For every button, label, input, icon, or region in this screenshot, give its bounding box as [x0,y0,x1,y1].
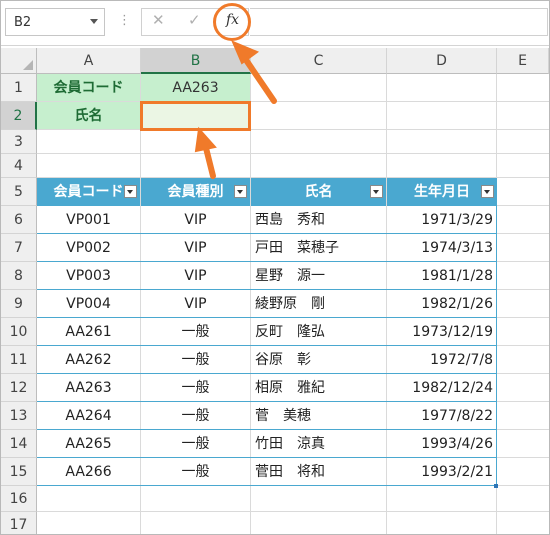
member-code-value[interactable]: AA263 [141,74,250,101]
name-box[interactable]: B2 [5,8,105,36]
cell-birthdate[interactable]: 1977/8/22 [387,402,497,430]
row-header-14[interactable]: 14 [1,430,37,458]
spreadsheet-window: B2 ⋮ ✕ ✓ fx A B C D E 1 2 3 4 5 6 7 8 9 … [0,0,550,535]
cell-member-type[interactable]: 一般 [141,318,250,346]
enter-icon[interactable]: ✓ [188,11,201,29]
row-header-2[interactable]: 2 [1,102,37,130]
filter-dropdown-icon[interactable] [124,185,137,198]
cell-birthdate[interactable]: 1993/2/21 [387,458,497,486]
cell-member-code[interactable]: VP004 [37,290,140,318]
row-header-3[interactable]: 3 [1,130,37,154]
cell-name[interactable]: 菅田 将和 [251,458,386,486]
cell-birthdate[interactable]: 1974/3/13 [387,234,497,262]
name-label[interactable]: 氏名 [37,102,140,129]
table-header-name[interactable]: 氏名 [251,178,386,206]
table-header-label: 会員種別 [167,184,224,200]
cell-birthdate[interactable]: 1993/4/26 [387,430,497,458]
cell-member-code[interactable]: VP001 [37,206,140,234]
row-header-13[interactable]: 13 [1,402,37,430]
cell-member-type[interactable]: VIP [141,206,250,234]
table-header-label: 会員コード [53,184,124,200]
name-box-value: B2 [14,15,32,30]
cell-name[interactable]: 綾野原 剛 [251,290,386,318]
cell-birthdate[interactable]: 1982/1/26 [387,290,497,318]
row-header-10[interactable]: 10 [1,318,37,346]
cell-name[interactable]: 竹田 涼真 [251,430,386,458]
cell-name[interactable]: 戸田 菜穂子 [251,234,386,262]
cell-name[interactable]: 菅 美穂 [251,402,386,430]
column-header-e[interactable]: E [497,48,549,74]
cell-name[interactable]: 相原 雅紀 [251,374,386,402]
row-header-15[interactable]: 15 [1,458,37,486]
row-header-12[interactable]: 12 [1,374,37,402]
cell-member-code[interactable]: VP002 [37,234,140,262]
cell-name[interactable]: 西島 秀和 [251,206,386,234]
row-header-17[interactable]: 17 [1,512,37,534]
cell-name[interactable]: 谷原 彰 [251,346,386,374]
filter-dropdown-icon[interactable] [370,185,383,198]
cell-member-code[interactable]: AA264 [37,402,140,430]
cell-member-type[interactable]: 一般 [141,458,250,486]
row-header-8[interactable]: 8 [1,262,37,290]
cell-member-type[interactable]: VIP [141,290,250,318]
cell-member-code[interactable]: AA262 [37,346,140,374]
column-header-b[interactable]: B [141,48,251,74]
selected-cell-outline [140,101,251,131]
cell-birthdate[interactable]: 1981/1/28 [387,262,497,290]
more-vert-icon[interactable]: ⋮ [118,14,131,27]
cancel-icon[interactable]: ✕ [152,11,165,29]
column-header-d[interactable]: D [387,48,497,74]
formula-input[interactable] [250,8,548,36]
table-header-birthdate[interactable]: 生年月日 [387,178,497,206]
cell-member-type[interactable]: 一般 [141,346,250,374]
chevron-down-icon[interactable] [90,19,98,24]
row-header-11[interactable]: 11 [1,346,37,374]
table-header-label: 氏名 [304,184,333,200]
row-header-4[interactable]: 4 [1,154,37,178]
cell-birthdate[interactable]: 1982/12/24 [387,374,497,402]
cell-birthdate[interactable]: 1971/3/29 [387,206,497,234]
filter-dropdown-icon[interactable] [481,185,494,198]
row-header-7[interactable]: 7 [1,234,37,262]
cell-member-code[interactable]: AA265 [37,430,140,458]
cell-member-code[interactable]: AA266 [37,458,140,486]
row-header-16[interactable]: 16 [1,486,37,512]
cell-name[interactable]: 反町 隆弘 [251,318,386,346]
cell-name[interactable]: 星野 源一 [251,262,386,290]
cell-member-code[interactable]: AA263 [37,374,140,402]
cell-member-code[interactable]: AA261 [37,318,140,346]
fx-highlight-circle [213,3,251,41]
cell-birthdate[interactable]: 1973/12/19 [387,318,497,346]
row-header-1[interactable]: 1 [1,74,37,102]
row-header-5[interactable]: 5 [1,178,37,206]
cell-grid[interactable]: 会員コード AA263 氏名 会員コード 会員種別 氏名 生年月日 VP001 … [37,74,549,534]
table-resize-handle[interactable] [494,484,498,488]
cell-member-type[interactable]: 一般 [141,374,250,402]
table-header-label: 生年月日 [414,184,470,200]
select-all-corner[interactable] [1,48,37,74]
table-header-member-code[interactable]: 会員コード [37,178,140,206]
cell-member-type[interactable]: 一般 [141,430,250,458]
member-code-label[interactable]: 会員コード [37,74,140,101]
table-header-member-type[interactable]: 会員種別 [141,178,250,206]
cell-member-code[interactable]: VP003 [37,262,140,290]
cell-member-type[interactable]: VIP [141,234,250,262]
column-header-a[interactable]: A [37,48,141,74]
row-header-6[interactable]: 6 [1,206,37,234]
row-header-9[interactable]: 9 [1,290,37,318]
cell-member-type[interactable]: 一般 [141,402,250,430]
filter-dropdown-icon[interactable] [234,185,247,198]
cell-member-type[interactable]: VIP [141,262,250,290]
formula-bar: B2 ⋮ ✕ ✓ fx [1,1,549,46]
cell-birthdate[interactable]: 1972/7/8 [387,346,497,374]
column-header-c[interactable]: C [251,48,387,74]
